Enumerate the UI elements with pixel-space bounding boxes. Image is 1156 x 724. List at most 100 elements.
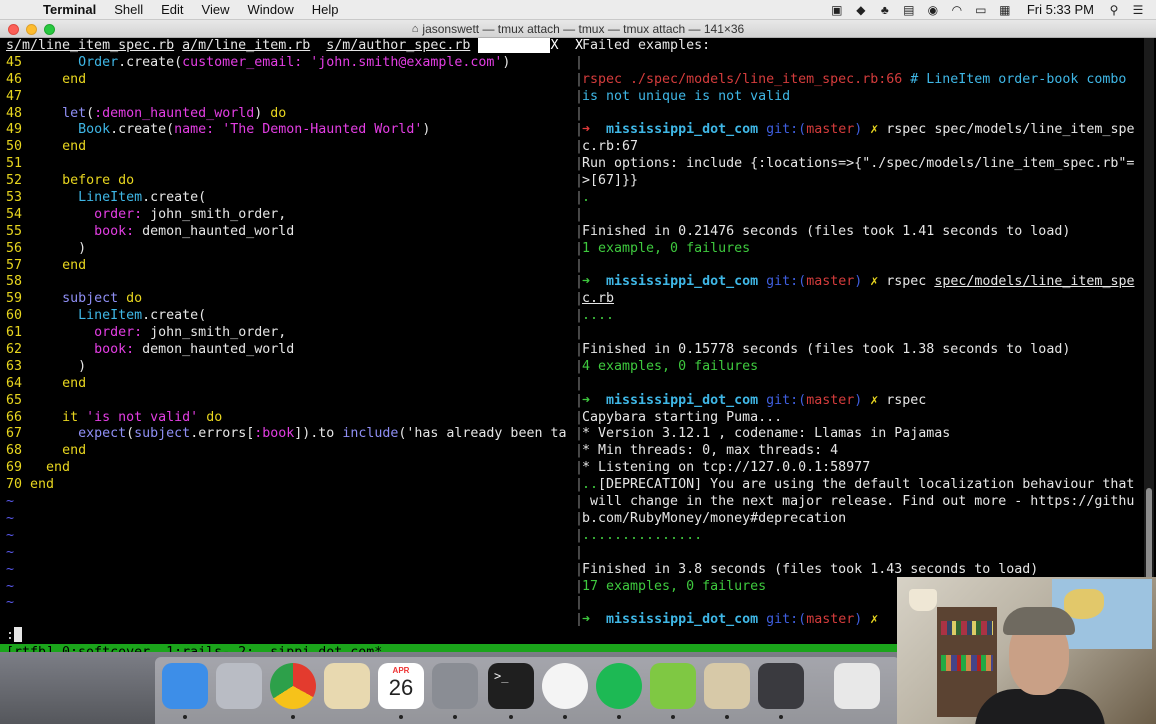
dock-running-indicator bbox=[671, 715, 675, 719]
dock-running-indicator bbox=[779, 715, 783, 719]
mail-icon[interactable] bbox=[324, 663, 370, 709]
vim-code-line[interactable]: 45 Order.create(customer_email: 'john.sm… bbox=[6, 55, 576, 72]
vim-tab-line-item[interactable]: a/m/line_item.rb bbox=[182, 38, 310, 53]
minimize-window-button[interactable] bbox=[26, 24, 37, 35]
line-number: 67 bbox=[6, 426, 31, 442]
terminal-content[interactable]: s/m/line_item_spec.rb a/m/line_item.rb s… bbox=[0, 38, 1156, 662]
vim-code-line[interactable]: 65 bbox=[6, 393, 576, 410]
menu-app-name[interactable]: Terminal bbox=[34, 2, 105, 17]
code-text: end bbox=[30, 477, 55, 493]
vim-code-line[interactable]: 55 book: demon_haunted_world bbox=[6, 224, 576, 241]
vim-tab-line-item-spec[interactable]: s/m/line_item_spec.rb bbox=[6, 38, 174, 53]
vim-code-line[interactable]: 68 end bbox=[6, 443, 576, 460]
battery-icon[interactable]: ▭ bbox=[973, 3, 989, 17]
line-number: 62 bbox=[6, 342, 31, 358]
dock-running-indicator bbox=[399, 715, 403, 719]
vim-code-line[interactable]: 62 book: demon_haunted_world bbox=[6, 342, 576, 359]
terminal-scrollbar[interactable] bbox=[1144, 38, 1154, 626]
close-window-button[interactable] bbox=[8, 24, 19, 35]
shell-output-line: Finished in 0.15778 seconds (files took … bbox=[582, 342, 1071, 358]
vim-tab-author-spec[interactable]: s/m/author_spec.rb bbox=[326, 38, 470, 53]
menu-view[interactable]: View bbox=[193, 2, 239, 17]
window-title: jasonswett — tmux attach — tmux — tmux a… bbox=[422, 21, 745, 36]
menu-shell[interactable]: Shell bbox=[105, 2, 152, 17]
menu-edit[interactable]: Edit bbox=[152, 2, 192, 17]
vim-code-line[interactable]: 58 bbox=[6, 274, 576, 291]
dropbox-icon[interactable]: ◆ bbox=[853, 3, 869, 17]
vim-code-line[interactable]: 61 order: john_smith_order, bbox=[6, 325, 576, 342]
vim-code-line[interactable]: 70 end bbox=[6, 477, 576, 494]
docker-icon[interactable]: ▤ bbox=[901, 3, 917, 17]
sync-icon[interactable]: ◉ bbox=[925, 3, 941, 17]
vim-code-line[interactable]: 63 ) bbox=[6, 359, 576, 376]
vim-code-line[interactable]: 67 expect(subject.errors[:book]).to incl… bbox=[6, 426, 576, 443]
code-text: end bbox=[62, 443, 87, 459]
wifi-icon[interactable]: ◠ bbox=[949, 3, 965, 17]
code-text: ) bbox=[30, 240, 87, 256]
vim-code-line[interactable]: 48 let(:demon_haunted_world) do bbox=[6, 106, 576, 123]
line-number: 58 bbox=[6, 274, 31, 290]
vim-code-line[interactable]: 51 bbox=[6, 156, 576, 173]
line-number: 53 bbox=[6, 190, 31, 206]
calendar-icon[interactable]: APR 26 bbox=[378, 663, 424, 709]
vim-code-line[interactable]: 52 before do bbox=[6, 173, 576, 190]
vim-tabline: s/m/line_item_spec.rb a/m/line_item.rb s… bbox=[6, 38, 576, 55]
vim-tab-close[interactable]: X bbox=[550, 38, 558, 53]
screen-recorder-icon[interactable] bbox=[758, 663, 804, 709]
finder-icon[interactable] bbox=[162, 663, 208, 709]
launchpad-icon[interactable] bbox=[216, 663, 262, 709]
zoom-window-button[interactable] bbox=[44, 24, 55, 35]
vim-code-line[interactable]: 50 end bbox=[6, 139, 576, 156]
vim-code-line[interactable]: 60 LineItem.create( bbox=[6, 308, 576, 325]
evernote-icon[interactable]: ♣ bbox=[877, 3, 893, 17]
window-titlebar[interactable]: ⌂ jasonswett — tmux attach — tmux — tmux… bbox=[0, 20, 1156, 38]
terminal-icon[interactable]: >_ bbox=[488, 663, 534, 709]
code-text: book: demon_haunted_world bbox=[94, 342, 295, 358]
line-number: 48 bbox=[6, 105, 31, 121]
shell-pane[interactable]: Failed examples: rspec ./spec/models/line… bbox=[582, 38, 1142, 626]
dock-running-indicator bbox=[509, 715, 513, 719]
lamp-shade bbox=[909, 589, 937, 611]
line-number: 64 bbox=[6, 375, 31, 391]
vim-code-line[interactable]: 53 LineItem.create( bbox=[6, 190, 576, 207]
vim-code-line[interactable]: 56 ) bbox=[6, 241, 576, 258]
vim-pane[interactable]: s/m/line_item_spec.rb a/m/line_item.rb s… bbox=[6, 38, 576, 626]
menu-help[interactable]: Help bbox=[303, 2, 348, 17]
menu-clock[interactable]: Fri 5:33 PM bbox=[1027, 2, 1094, 17]
preview-icon[interactable] bbox=[704, 663, 750, 709]
shell-output-line: Run options: include {:locations=>{"./sp… bbox=[582, 156, 1135, 172]
shell-output-line: c.rb bbox=[582, 291, 615, 307]
vim-code-line[interactable]: 59 subject do bbox=[6, 291, 576, 308]
line-number: 70 bbox=[6, 477, 31, 493]
code-text: end bbox=[62, 375, 87, 391]
line-number: 47 bbox=[6, 88, 31, 104]
line-number: 54 bbox=[6, 206, 31, 222]
vim-tilde-line: ~ bbox=[6, 578, 15, 594]
evernote-icon[interactable] bbox=[650, 663, 696, 709]
code-text: order: john_smith_order, bbox=[94, 325, 287, 341]
flag-icon[interactable]: ▦ bbox=[997, 3, 1013, 17]
menu-icon[interactable]: ☰ bbox=[1130, 3, 1146, 17]
system-preferences-icon[interactable] bbox=[432, 663, 478, 709]
vim-buffer[interactable]: 45 Order.create(customer_email: 'john.sm… bbox=[6, 55, 576, 494]
slack-icon[interactable] bbox=[542, 663, 588, 709]
camera-icon[interactable]: ▣ bbox=[829, 3, 845, 17]
search-icon[interactable]: ⚲ bbox=[1106, 3, 1122, 17]
vim-code-line[interactable]: 46 end bbox=[6, 72, 576, 89]
vim-code-line[interactable]: 54 order: john_smith_order, bbox=[6, 207, 576, 224]
vim-code-line[interactable]: 57 end bbox=[6, 258, 576, 275]
code-text: end bbox=[46, 460, 71, 476]
downloads-icon[interactable] bbox=[834, 663, 880, 709]
line-number: 69 bbox=[6, 460, 31, 476]
vim-code-line[interactable]: 47 bbox=[6, 89, 576, 106]
vim-code-line[interactable]: 66 it 'is not valid' do bbox=[6, 410, 576, 427]
spotify-icon[interactable] bbox=[596, 663, 642, 709]
vim-code-line[interactable]: 49 Book.create(name: 'The Demon-Haunted … bbox=[6, 122, 576, 139]
chrome-icon[interactable] bbox=[270, 663, 316, 709]
code-text: before do bbox=[62, 173, 135, 189]
menu-window[interactable]: Window bbox=[239, 2, 303, 17]
vim-code-line[interactable]: 64 end bbox=[6, 376, 576, 393]
code-text: Book.create(name: 'The Demon-Haunted Wor… bbox=[78, 122, 431, 138]
vim-code-line[interactable]: 69 end bbox=[6, 460, 576, 477]
webcam-overlay bbox=[897, 577, 1156, 724]
